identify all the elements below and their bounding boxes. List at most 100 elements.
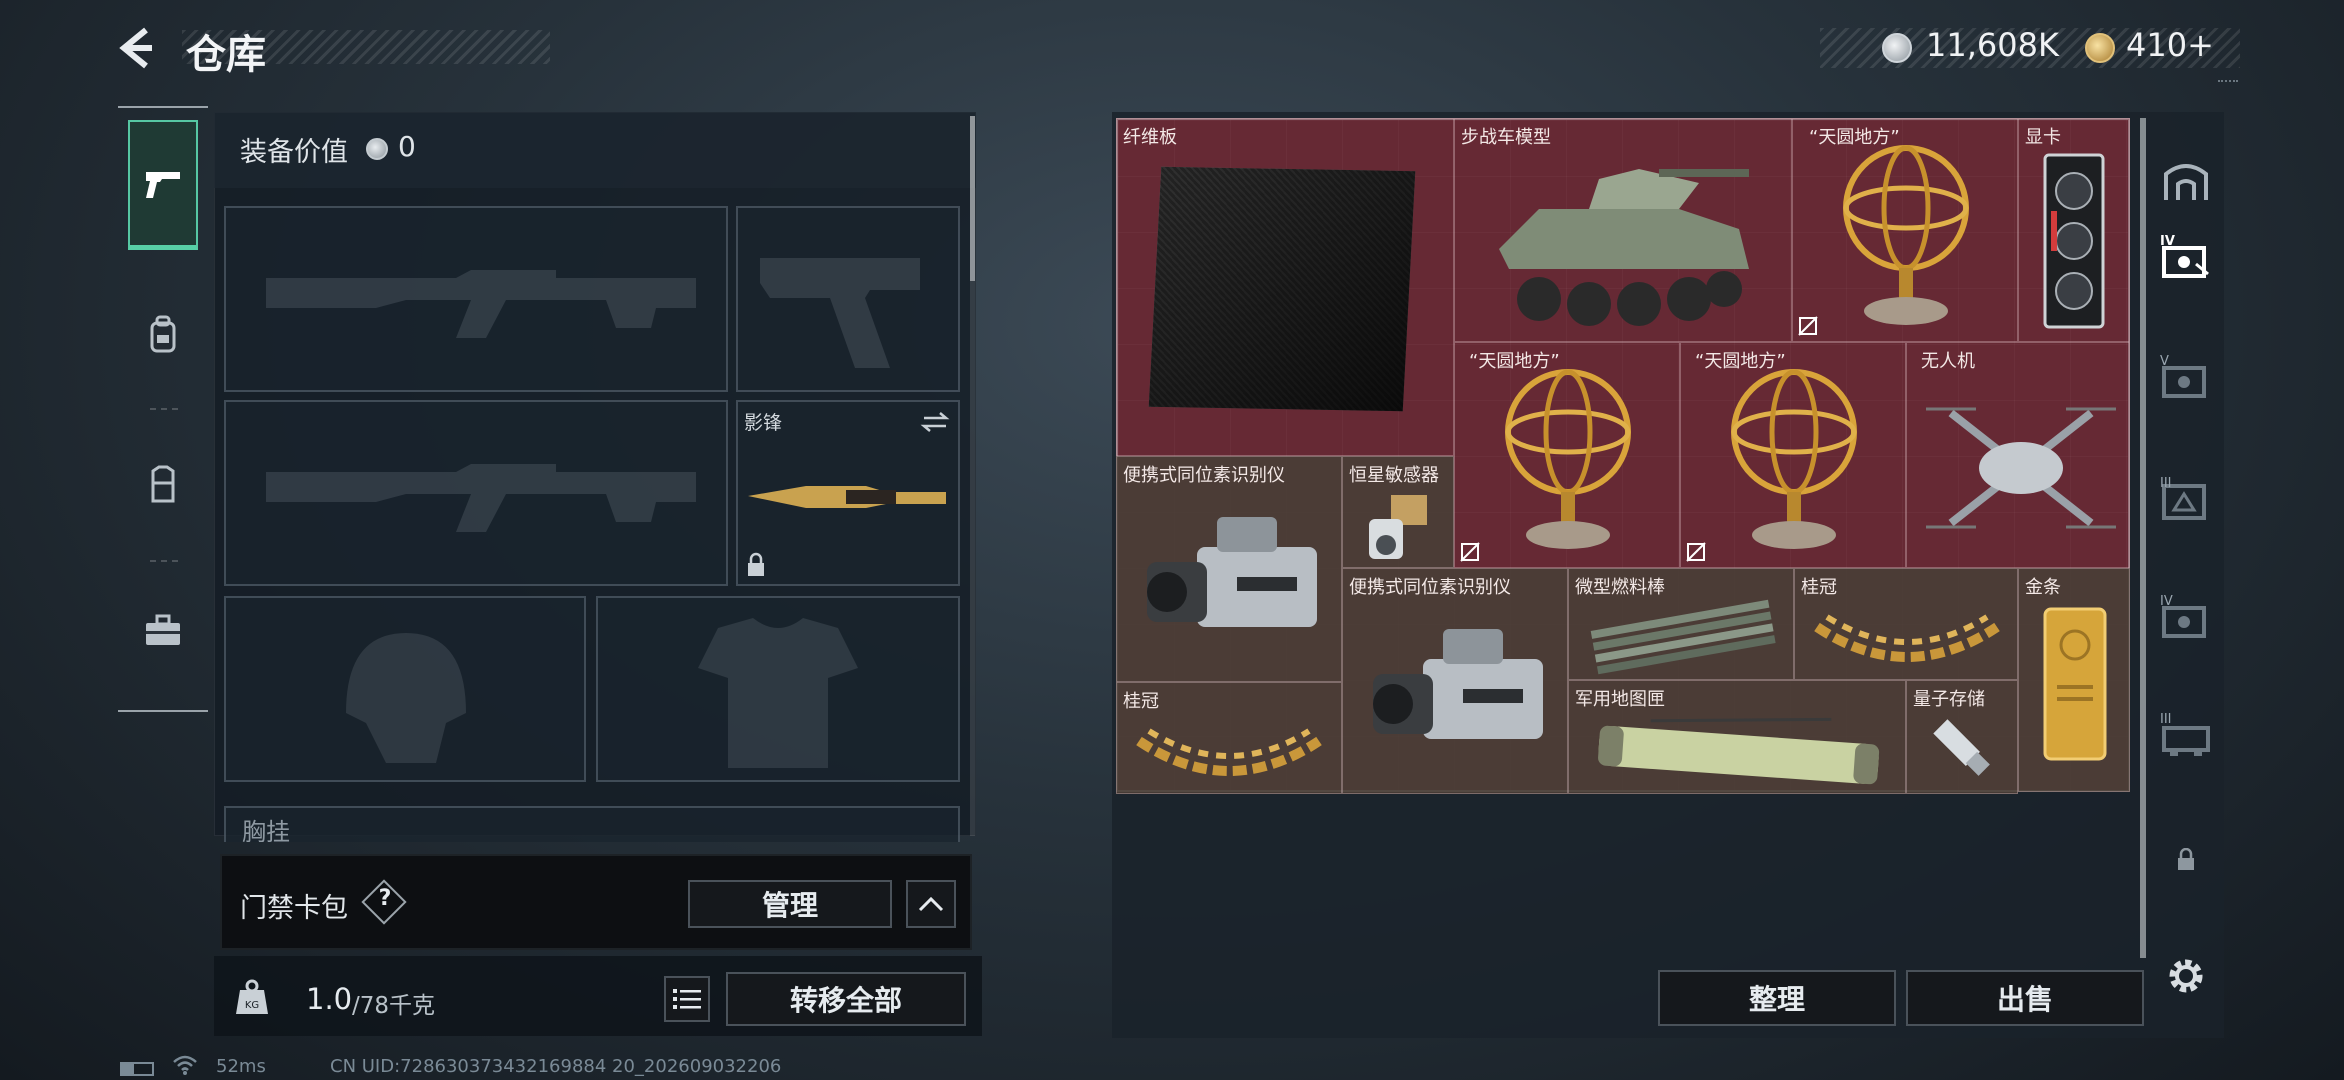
knife-icon — [748, 486, 946, 508]
primary-weapon-slot-2[interactable] — [224, 400, 728, 586]
equipment-value-label: 装备价值 — [240, 137, 348, 168]
unlinked-icon — [1460, 542, 1480, 562]
item-armillary-sphere[interactable]: “天圆地方” — [1454, 342, 1680, 568]
item-graphics-card[interactable]: 显卡 — [2018, 118, 2130, 342]
briefcase-icon — [146, 614, 180, 645]
item-ifv-model[interactable]: 步战车模型 — [1454, 118, 1792, 342]
fiberboard-image — [1148, 166, 1416, 412]
tab-weapons[interactable] — [128, 120, 198, 250]
unlinked-icon — [1798, 316, 1818, 336]
laurel-crown-image — [1814, 614, 2000, 662]
item-micro-fuel-rod[interactable]: 微型燃料棒 — [1568, 568, 1794, 680]
tier-label: IV — [2160, 594, 2173, 609]
settings-button[interactable] — [2156, 946, 2216, 1006]
tier-label: III — [2160, 712, 2172, 727]
gold-coin-icon — [2085, 33, 2115, 63]
lock-icon — [2178, 848, 2194, 870]
gold-balance[interactable]: 410+ — [2126, 26, 2214, 64]
keycard-label: 门禁卡包 — [240, 893, 348, 924]
helmet-silhouette-icon — [346, 633, 466, 763]
melee-name: 影锋 — [744, 412, 783, 434]
item-label: 量子存储 — [1913, 689, 1985, 710]
primary-weapon-slot-1[interactable] — [224, 206, 728, 392]
tier-label: III — [2160, 476, 2172, 491]
uid-text: CN UID:728630373432169884 20_20260903220… — [330, 1056, 782, 1077]
safe-box-icon — [2164, 164, 2208, 200]
expand-button[interactable] — [906, 880, 956, 928]
tab-safe-box[interactable] — [2156, 150, 2216, 210]
tab-backpack[interactable] — [128, 270, 198, 400]
item-quantum-storage[interactable]: 量子存储 — [1906, 680, 2018, 794]
list-view-button[interactable] — [664, 976, 710, 1022]
ifv-model-image — [1499, 169, 1749, 326]
tier-label: IV — [2160, 234, 2175, 249]
tier-label: V — [2160, 354, 2169, 369]
item-label: 便携式同位素识别仪 — [1123, 465, 1285, 486]
armillary-sphere-image — [1843, 145, 1969, 325]
item-laurel-crown[interactable]: 桂冠 — [1116, 682, 1342, 794]
item-gold-bar[interactable]: 金条 — [2018, 568, 2130, 792]
vest-icon — [151, 465, 175, 503]
map-case-image — [1598, 717, 1880, 785]
item-laurel-crown[interactable]: 桂冠 — [1794, 568, 2018, 680]
armor-slot[interactable] — [596, 596, 960, 782]
tab-separator — [150, 408, 178, 410]
silver-balance[interactable]: 11,608K — [1926, 26, 2059, 64]
item-label: 恒星敏感器 — [1349, 465, 1439, 486]
locked-slot — [2156, 830, 2216, 890]
gold-bar-image — [2043, 607, 2107, 761]
armor-silhouette-icon — [698, 618, 858, 768]
item-drone[interactable]: 无人机 — [1906, 342, 2130, 568]
pistol-icon — [146, 171, 180, 198]
container-rail — [2140, 118, 2146, 958]
item-isotope-identifier[interactable]: 便携式同位素识别仪 — [1342, 568, 1568, 794]
item-military-map-case[interactable]: 军用地图匣 — [1568, 680, 1906, 794]
gear-icon — [2169, 959, 2203, 993]
svg-text:KG: KG — [245, 1000, 259, 1011]
sidearm-slot[interactable] — [736, 206, 960, 392]
silver-coin-icon — [1882, 33, 1912, 63]
tab-briefcase[interactable] — [128, 566, 198, 696]
laurel-crown-image — [1136, 728, 1322, 776]
rifle-silhouette-icon — [266, 464, 696, 532]
list-icon — [673, 989, 701, 1009]
backpack-icon — [150, 315, 176, 353]
item-star-sensor[interactable]: 恒星敏感器 — [1342, 456, 1454, 568]
sell-button[interactable]: 出售 — [1906, 970, 2144, 1026]
item-armillary-sphere[interactable]: “天圆地方” — [1680, 342, 1906, 568]
ping-text: 52ms — [216, 1056, 266, 1077]
transfer-all-button[interactable]: 转移全部 — [726, 972, 966, 1026]
tab-separator — [150, 560, 178, 562]
item-armillary-sphere[interactable]: “天圆地方” — [1792, 118, 2018, 342]
silver-coin-icon — [366, 138, 388, 160]
graphics-card-image — [2043, 153, 2105, 329]
lock-icon — [748, 552, 764, 576]
weight-max: /78千克 — [352, 993, 436, 1019]
equipment-value: 0 — [398, 130, 416, 163]
back-arrow-icon[interactable] — [112, 24, 160, 72]
item-label: 纤维板 — [1123, 127, 1177, 148]
helmet-slot[interactable] — [224, 596, 586, 782]
chest-rig-slot[interactable]: 胸挂 — [224, 806, 960, 842]
help-icon-text: ? — [378, 886, 392, 911]
item-isotope-identifier[interactable]: 便携式同位素识别仪 — [1116, 456, 1342, 682]
isotope-identifier-image — [1147, 517, 1317, 627]
item-label: 便携式同位素识别仪 — [1349, 577, 1511, 598]
star-sensor-image — [1369, 495, 1427, 559]
chest-rig-label: 胸挂 — [242, 818, 290, 842]
melee-slot[interactable]: 影锋 — [736, 400, 960, 586]
tab-vest[interactable] — [128, 420, 198, 550]
item-label: 显卡 — [2025, 127, 2061, 148]
rifle-silhouette-icon — [266, 270, 696, 338]
pistol-silhouette-icon — [760, 258, 920, 368]
swap-icon[interactable] — [920, 410, 950, 434]
isotope-identifier-image — [1373, 629, 1543, 739]
sort-button[interactable]: 整理 — [1658, 970, 1896, 1026]
unlinked-icon — [1686, 542, 1706, 562]
chevron-up-icon — [918, 896, 944, 912]
item-fiberboard[interactable]: 纤维板 — [1116, 118, 1454, 456]
weight-icon: KG — [236, 979, 268, 1014]
page-title: 仓库 — [186, 32, 266, 78]
equipment-scroll-thumb[interactable] — [970, 116, 975, 281]
manage-button[interactable]: 管理 — [688, 880, 892, 928]
